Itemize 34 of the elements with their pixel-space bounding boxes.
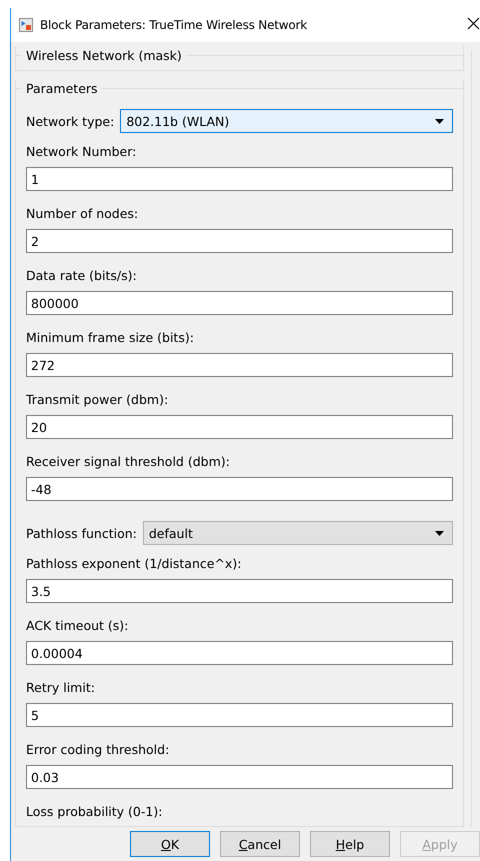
field-label: Loss probability (0-1): xyxy=(26,803,164,820)
field-label: Minimum frame size (bits): xyxy=(26,329,195,346)
input-field[interactable]: -48 xyxy=(26,477,453,501)
field-label: Number of nodes: xyxy=(26,205,140,222)
input-field[interactable]: 2 xyxy=(26,229,453,253)
caret-icon xyxy=(435,118,444,124)
caret-icon xyxy=(435,530,444,536)
dropdown[interactable]: 802.11b (WLAN) xyxy=(120,109,453,133)
dialog-button[interactable]: OK xyxy=(130,831,210,857)
input-field[interactable]: 3.5 xyxy=(26,579,453,603)
dialog-button[interactable]: Help xyxy=(310,831,390,857)
block-icon xyxy=(19,18,33,32)
field-label: Pathloss function: xyxy=(26,524,137,542)
field-label: Transmit power (dbm): xyxy=(26,391,170,408)
field-label: Receiver signal threshold (dbm): xyxy=(26,453,231,470)
dropdown[interactable]: default xyxy=(142,521,453,545)
input-field[interactable]: 800000 xyxy=(26,291,453,315)
window-title: Block Parameters: TrueTime Wireless Network xyxy=(40,18,308,32)
field-label: Retry limit: xyxy=(26,679,96,696)
field-label: Network type: xyxy=(26,112,114,130)
input-field[interactable]: 5 xyxy=(26,703,453,727)
input-field[interactable]: 20 xyxy=(26,415,453,439)
dialog-button[interactable]: Cancel xyxy=(220,831,300,857)
field-label: Pathloss exponent (1/distance^x): xyxy=(26,555,242,572)
group-title: Parameters xyxy=(26,80,98,96)
field-label: ACK timeout (s): xyxy=(26,617,130,634)
field-label: Error coding threshold: xyxy=(26,741,170,758)
input-field[interactable]: 0.03 xyxy=(26,765,453,789)
group-title: Wireless Network (mask) xyxy=(26,48,182,62)
field-label: Network Number: xyxy=(26,143,138,160)
input-field[interactable]: 0.00004 xyxy=(26,641,453,665)
field-label: Data rate (bits/s): xyxy=(26,267,138,284)
input-field[interactable]: 1 xyxy=(26,167,453,191)
input-field[interactable]: 272 xyxy=(26,353,453,377)
